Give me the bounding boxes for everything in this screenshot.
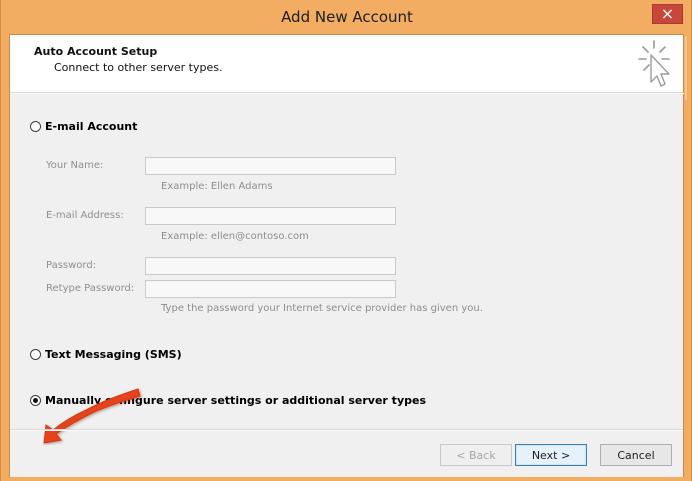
title-bar: Add New Account × [1,0,691,34]
email-account-label: E-mail Account [45,120,138,133]
close-icon: × [660,3,675,23]
dialog-content: Auto Account Setup Connect to other serv… [9,34,684,481]
email-address-label: E-mail Address: [46,210,124,221]
red-arrow-icon [43,388,141,444]
window-right-frame [684,34,691,481]
back-button[interactable]: < Back [440,444,512,466]
frame-highlight [685,36,687,100]
cancel-button[interactable]: Cancel [600,444,672,466]
next-button[interactable]: Next > [515,444,587,466]
manual-configuration-label: Manually configure server settings or ad… [45,394,426,407]
your-name-label: Your Name: [46,160,104,171]
retype-password-label: Retype Password: [46,283,135,294]
radio-unselected-icon[interactable] [30,349,41,360]
email-address-example: Example: ellen@contoso.com [161,231,309,242]
header-separator-highlight [11,93,684,94]
radio-unselected-icon[interactable] [30,121,41,132]
add-new-account-window: Add New Account × Auto Account Setup Con… [0,0,692,481]
password-label: Password: [46,260,97,271]
password-hint: Type the password your Internet service … [161,303,483,314]
window-bottom-frame [9,477,684,481]
your-name-input[interactable] [145,157,396,175]
close-button[interactable]: × [652,4,683,24]
header-subtitle: Connect to other server types. [54,61,223,74]
window-title: Add New Account [281,8,413,26]
text-messaging-option[interactable]: Text Messaging (SMS) [30,349,182,360]
footer-separator-highlight [10,430,683,431]
password-input[interactable] [145,257,396,275]
text-messaging-label: Text Messaging (SMS) [45,348,182,361]
header-title: Auto Account Setup [34,45,158,58]
email-account-option[interactable]: E-mail Account [30,121,137,132]
email-address-input[interactable] [145,207,396,225]
manual-configuration-option[interactable]: Manually configure server settings or ad… [30,395,426,406]
window-left-frame [1,34,8,481]
your-name-example: Example: Ellen Adams [161,181,273,192]
wizard-header: Auto Account Setup Connect to other serv… [10,35,683,93]
retype-password-input[interactable] [145,280,396,298]
radio-selected-icon[interactable] [30,395,41,406]
wizard-cursor-icon [638,40,670,87]
